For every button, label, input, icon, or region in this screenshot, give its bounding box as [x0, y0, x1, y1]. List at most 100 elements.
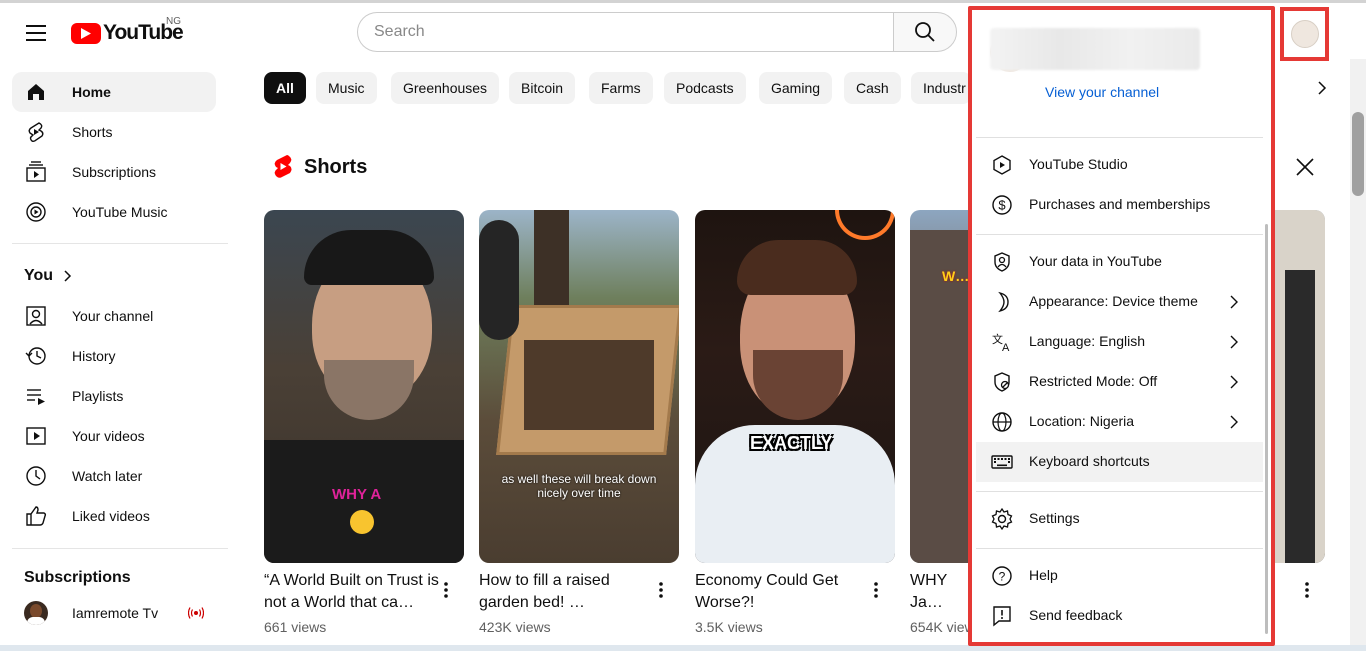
chip-cash[interactable]: Cash: [844, 72, 901, 104]
short-caption: WHY A: [332, 486, 382, 503]
subscriptions-icon: [26, 161, 46, 182]
chip-podcasts[interactable]: Podcasts: [664, 72, 746, 104]
short-title[interactable]: Economy Could Get Worse?!: [695, 570, 870, 614]
live-icon: [188, 607, 204, 619]
keyboard-icon: [991, 455, 1013, 469]
sidebar-item-label: Your videos: [72, 428, 145, 444]
menu-item-help[interactable]: ? Help: [976, 556, 1263, 596]
short-thumbnail[interactable]: WHY A: [264, 210, 464, 563]
search-input[interactable]: Search: [357, 12, 894, 52]
more-options-button[interactable]: [864, 578, 888, 602]
feedback-icon: [993, 606, 1011, 627]
menu-item-purchases[interactable]: $ Purchases and memberships: [976, 185, 1263, 225]
sidebar-item-your-videos[interactable]: Your videos: [12, 416, 216, 456]
close-shelf-button[interactable]: [1290, 152, 1320, 182]
sidebar-divider: [12, 548, 228, 549]
menu-item-appearance[interactable]: Appearance: Device theme: [976, 282, 1263, 322]
sidebar-item-history[interactable]: History: [12, 336, 216, 376]
globe-icon: [992, 412, 1012, 432]
menu-item-your-data[interactable]: Your data in YouTube: [976, 242, 1263, 282]
section-title: You: [24, 267, 54, 284]
menu-item-label: Help: [1029, 567, 1058, 583]
chip-greenhouses[interactable]: Greenhouses: [391, 72, 500, 104]
sidebar-item-liked-videos[interactable]: Liked videos: [12, 496, 216, 536]
svg-text:$: $: [998, 198, 1006, 213]
history-icon: [25, 347, 46, 365]
menu-divider: [976, 548, 1263, 549]
sidebar-section-subscriptions: Subscriptions: [24, 569, 131, 587]
sidebar-item-your-channel[interactable]: Your channel: [12, 296, 216, 336]
like-icon: [26, 506, 47, 526]
menu-item-keyboard-shortcuts[interactable]: Keyboard shortcuts: [976, 442, 1263, 482]
svg-text:A: A: [1002, 342, 1010, 354]
chip-industry[interactable]: Industr: [911, 72, 971, 104]
short-title[interactable]: “A World Built on Trust is not a World t…: [264, 570, 439, 614]
sidebar-item-label: Liked videos: [72, 508, 150, 524]
menu-divider: [976, 137, 1263, 138]
chip-music[interactable]: Music: [316, 72, 377, 104]
short-thumbnail[interactable]: EXACTLY: [695, 210, 895, 563]
more-options-button[interactable]: [1295, 578, 1319, 602]
moon-icon: [998, 291, 1009, 313]
translate-icon: 文A: [992, 332, 1010, 354]
help-icon: ?: [992, 566, 1012, 586]
scrollbar-thumb[interactable]: [1352, 112, 1364, 196]
chips-next-button[interactable]: [1306, 72, 1338, 104]
short-caption: EXACTLY: [750, 433, 833, 453]
menu-item-label: Purchases and memberships: [1029, 196, 1211, 212]
search-button[interactable]: [893, 12, 957, 52]
dollar-icon: $: [992, 195, 1012, 215]
chip-all[interactable]: All: [264, 72, 306, 104]
more-options-button[interactable]: [434, 578, 458, 602]
short-thumbnail[interactable]: as well these will break down nicely ove…: [479, 210, 679, 563]
studio-icon: [993, 155, 1011, 175]
sidebar-item-subscriptions[interactable]: Subscriptions: [12, 152, 216, 192]
kebab-icon: [1305, 582, 1309, 598]
sidebar-item-home[interactable]: Home: [12, 72, 216, 112]
menu-divider: [976, 491, 1263, 492]
menu-item-settings[interactable]: Settings: [976, 499, 1263, 539]
music-icon: [26, 202, 46, 222]
chip-farms[interactable]: Farms: [589, 72, 653, 104]
menu-item-send-feedback[interactable]: Send feedback: [976, 596, 1263, 636]
sidebar-item-watch-later[interactable]: Watch later: [12, 456, 216, 496]
sidebar-item-label: History: [72, 348, 116, 364]
watch-later-icon: [26, 466, 46, 486]
chevron-right-icon: [1318, 81, 1327, 95]
view-your-channel-link[interactable]: View your channel: [1045, 84, 1159, 100]
short-title[interactable]: How to fill a raised garden bed! …: [479, 570, 654, 614]
sidebar-item-subscription-channel[interactable]: Iamremote Tv: [12, 593, 216, 633]
menu-divider: [976, 234, 1263, 235]
chip-bitcoin[interactable]: Bitcoin: [509, 72, 576, 104]
chevron-right-icon: [1230, 415, 1238, 429]
country-code: NG: [166, 16, 181, 27]
short-title[interactable]: WHY Ja… don’t like…: [910, 570, 970, 614]
youtube-play-icon: [71, 22, 101, 44]
menu-item-label: Language: English: [1029, 333, 1145, 349]
more-options-button[interactable]: [649, 578, 673, 602]
channel-avatar: [24, 601, 48, 625]
sidebar-section-you[interactable]: You: [24, 267, 75, 285]
shelf-title-text: Shorts: [304, 155, 368, 178]
sidebar-item-shorts[interactable]: Shorts: [12, 112, 216, 152]
chip-gaming[interactable]: Gaming: [759, 72, 833, 104]
menu-item-location[interactable]: Location: Nigeria: [976, 402, 1263, 442]
menu-item-label: Appearance: Device theme: [1029, 293, 1198, 309]
sidebar-item-label: Watch later: [72, 468, 143, 484]
sidebar-item-label: Subscriptions: [72, 164, 157, 180]
menu-item-label: Restricted Mode: Off: [1029, 373, 1158, 389]
short-views: 661 views: [264, 619, 327, 635]
shorts-shelf-title: Shorts: [272, 154, 367, 180]
menu-icon[interactable]: [16, 13, 56, 53]
menu-scrollbar[interactable]: [1265, 224, 1268, 634]
menu-item-language[interactable]: 文A Language: English: [976, 322, 1263, 362]
menu-item-youtube-studio[interactable]: YouTube Studio: [976, 145, 1263, 185]
sidebar-item-playlists[interactable]: Playlists: [12, 376, 216, 416]
sidebar-item-label: Shorts: [72, 124, 113, 140]
short-caption: as well these will break down nicely ove…: [501, 472, 657, 500]
sidebar-item-youtube-music[interactable]: YouTube Music: [12, 192, 216, 232]
avatar[interactable]: [1291, 20, 1319, 48]
avatar-highlight: [1280, 7, 1329, 61]
menu-item-restricted-mode[interactable]: Restricted Mode: Off: [976, 362, 1263, 402]
chevron-right-icon: [1230, 295, 1238, 309]
